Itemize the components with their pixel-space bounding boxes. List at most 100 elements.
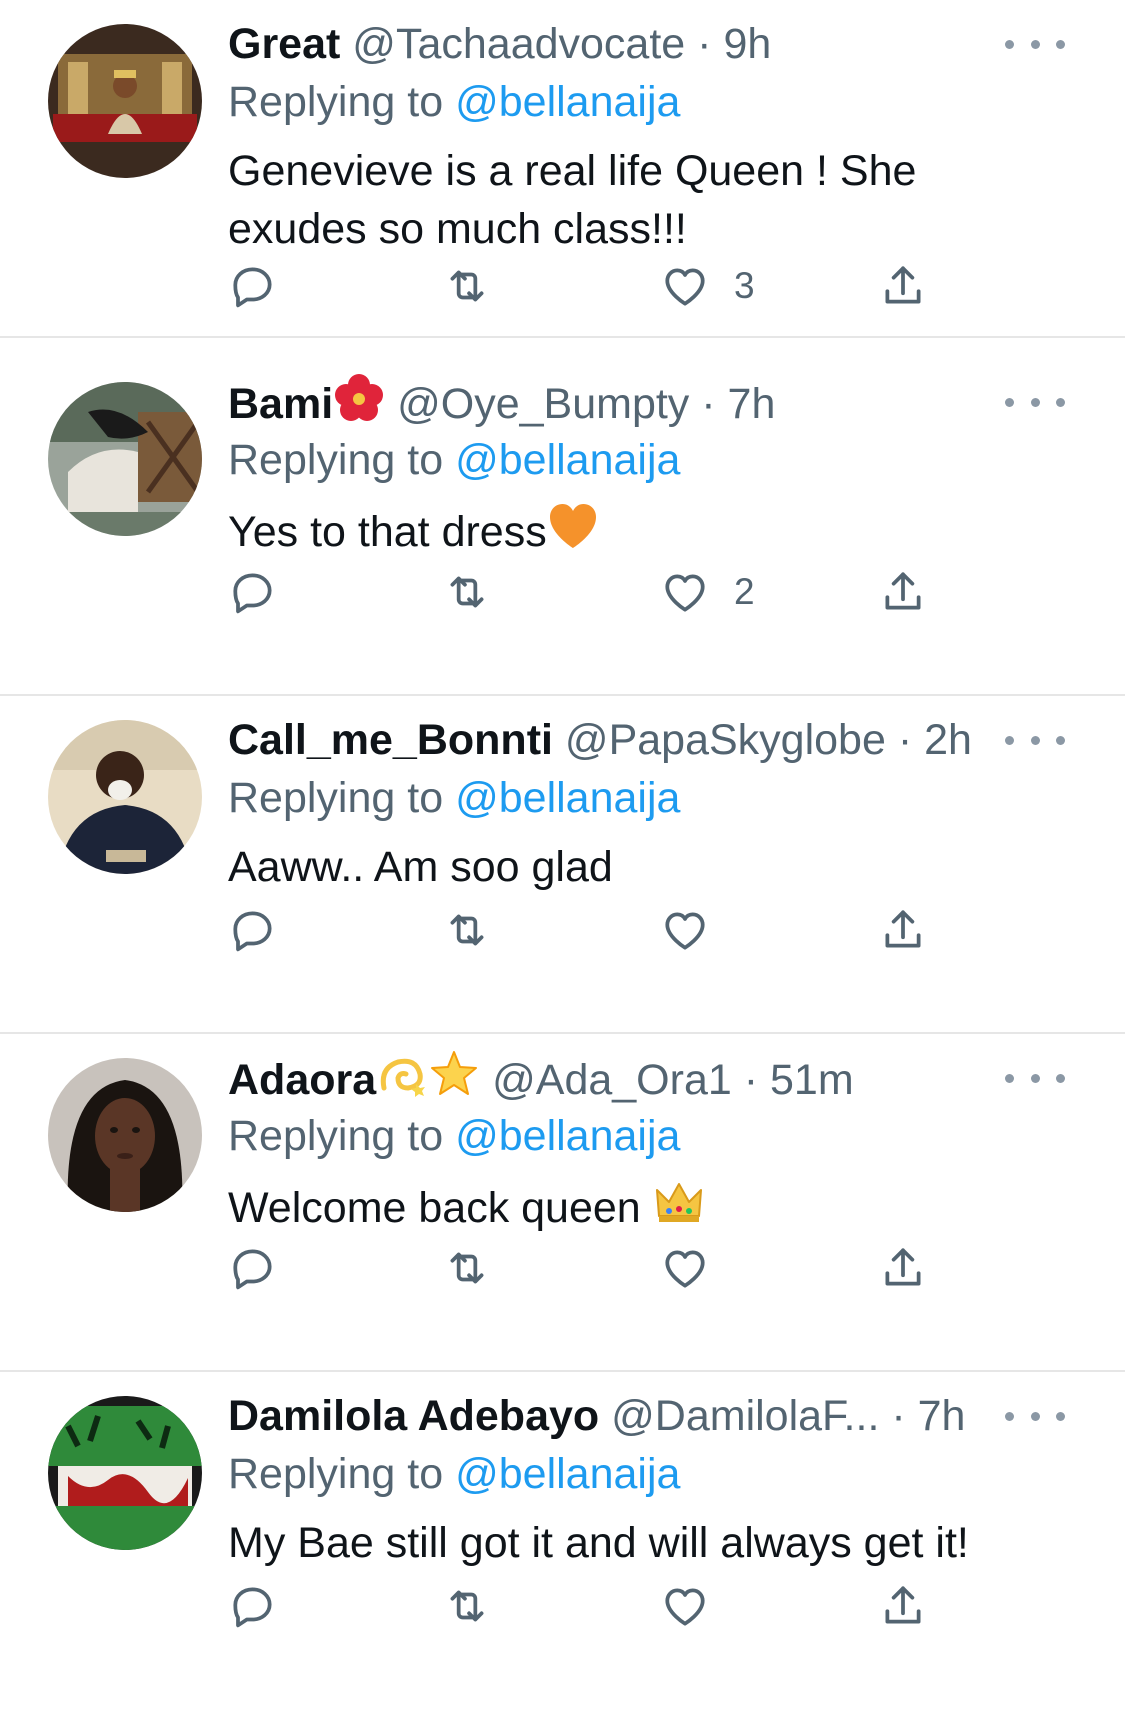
display-name[interactable]: Adaora — [228, 1056, 376, 1104]
like-count: 3 — [734, 265, 755, 306]
retweet-icon — [450, 1590, 484, 1622]
more-options-icon[interactable] — [1005, 1396, 1065, 1436]
reply-icon — [233, 911, 272, 952]
display-name[interactable]: Bami — [228, 380, 333, 428]
like-button[interactable]: 3 — [660, 256, 755, 316]
share-button[interactable] — [878, 900, 928, 960]
mention-link[interactable]: @bellanaija — [455, 78, 680, 126]
retweet-button[interactable] — [442, 1238, 492, 1298]
share-button[interactable] — [878, 1576, 928, 1636]
share-icon — [885, 1586, 921, 1624]
user-handle[interactable]: @Ada_Ora1 — [492, 1056, 732, 1104]
more-options-icon[interactable] — [1005, 24, 1065, 64]
avatar-green-red-art — [48, 1396, 202, 1550]
share-button[interactable] — [878, 562, 928, 622]
like-button[interactable] — [660, 1576, 710, 1636]
retweet-button[interactable] — [442, 900, 492, 960]
reply-icon — [233, 573, 272, 614]
retweet-button[interactable] — [442, 256, 492, 316]
avatar[interactable] — [48, 24, 202, 178]
like-button[interactable]: 2 — [660, 562, 755, 622]
replying-to-line: Replying to @bellanaija — [228, 432, 1028, 488]
reply-button[interactable] — [228, 1238, 278, 1298]
tweet-header: Adaora @Ada_Ora1 · 51m — [228, 1048, 1028, 1108]
display-name[interactable]: Damilola Adebayo — [228, 1392, 599, 1440]
more-options-icon[interactable] — [1005, 720, 1065, 760]
separator-dot: · — [897, 716, 913, 764]
retweet-icon — [450, 576, 484, 608]
tweet[interactable]: Damilola Adebayo @DamilolaF... · 7h Repl… — [0, 1372, 1125, 1710]
reply-button[interactable] — [228, 900, 278, 960]
user-handle[interactable]: @PapaSkyglobe — [565, 716, 886, 764]
timestamp[interactable]: 2h — [924, 716, 972, 764]
orange-heart-emoji — [547, 500, 599, 552]
tweet-header: Damilola Adebayo @DamilolaF... · 7h — [228, 1386, 1028, 1446]
mention-link[interactable]: @bellanaija — [455, 1450, 680, 1498]
tweet-text: Yes to that dress — [228, 508, 547, 556]
share-icon — [885, 1248, 921, 1286]
separator-dot: · — [891, 1392, 906, 1440]
like-button[interactable] — [660, 1238, 710, 1298]
like-count: 2 — [734, 571, 755, 612]
reply-button[interactable] — [228, 1576, 278, 1636]
heart-icon — [665, 574, 705, 612]
share-icon — [885, 910, 921, 948]
timestamp[interactable]: 7h — [728, 380, 776, 428]
reply-icon — [233, 267, 272, 308]
replying-to-line: Replying to @bellanaija — [228, 74, 1028, 130]
retweet-button[interactable] — [442, 562, 492, 622]
replying-to-line: Replying to @bellanaija — [228, 770, 1028, 826]
avatar[interactable] — [48, 1058, 202, 1212]
tweet[interactable]: Great @Tachaadvocate · 9h Replying to @b… — [0, 0, 1125, 338]
mention-link[interactable]: @bellanaija — [455, 436, 680, 484]
tweet-header: Call_me_Bonnti @PapaSkyglobe · 2h — [228, 710, 1028, 770]
avatar[interactable] — [48, 382, 202, 536]
heart-icon — [665, 268, 705, 306]
like-button[interactable] — [660, 900, 710, 960]
reply-icon — [233, 1249, 272, 1290]
display-name[interactable]: Great — [228, 20, 340, 68]
retweet-icon — [450, 914, 484, 946]
more-options-icon[interactable] — [1005, 382, 1065, 422]
tweet-text: Genevieve is a real life Queen ! She exu… — [228, 147, 917, 253]
action-bar — [228, 1576, 948, 1636]
avatar-woman-dark-hair — [48, 1058, 202, 1212]
mention-link[interactable]: @bellanaija — [455, 1112, 680, 1160]
replying-to-label: Replying to — [228, 78, 444, 126]
share-button[interactable] — [878, 1238, 928, 1298]
replying-to-label: Replying to — [228, 1450, 444, 1498]
user-handle[interactable]: @Tachaadvocate — [352, 20, 685, 68]
retweet-icon — [450, 270, 484, 302]
user-handle[interactable]: @Oye_Bumpty — [397, 380, 689, 428]
timestamp[interactable]: 7h — [918, 1392, 966, 1440]
dizzy-emoji — [376, 1048, 428, 1100]
separator-dot: · — [701, 380, 716, 428]
crown-emoji — [653, 1176, 705, 1228]
avatar-man-navy-shirt — [48, 720, 202, 874]
tweet[interactable]: Bami @Oye_Bumpty · 7h Replying to @bella… — [0, 358, 1125, 696]
heart-icon — [665, 1588, 705, 1626]
avatar[interactable] — [48, 720, 202, 874]
heart-icon — [665, 1250, 705, 1288]
tweet-header: Great @Tachaadvocate · 9h — [228, 14, 1028, 74]
avatar[interactable] — [48, 1396, 202, 1550]
separator-dot: · — [697, 20, 712, 68]
user-handle[interactable]: @DamilolaF... — [611, 1392, 879, 1440]
heart-icon — [665, 912, 705, 950]
replying-to-label: Replying to — [228, 774, 444, 822]
action-bar: 2 — [228, 562, 948, 622]
timestamp[interactable]: 9h — [723, 20, 771, 68]
timestamp[interactable]: 51m — [770, 1056, 854, 1104]
avatar-person-veranda — [48, 382, 202, 536]
retweet-button[interactable] — [442, 1576, 492, 1636]
replying-to-line: Replying to @bellanaija — [228, 1108, 1028, 1164]
display-name[interactable]: Call_me_Bonnti — [228, 716, 553, 764]
tweet[interactable]: Call_me_Bonnti @PapaSkyglobe · 2h Replyi… — [0, 696, 1125, 1034]
tweet[interactable]: Adaora @Ada_Ora1 · 51m Replying to @bell… — [0, 1034, 1125, 1372]
reply-button[interactable] — [228, 256, 278, 316]
share-button[interactable] — [878, 256, 928, 316]
mention-link[interactable]: @bellanaija — [455, 774, 680, 822]
reply-button[interactable] — [228, 562, 278, 622]
action-bar — [228, 900, 948, 960]
more-options-icon[interactable] — [1005, 1058, 1065, 1098]
